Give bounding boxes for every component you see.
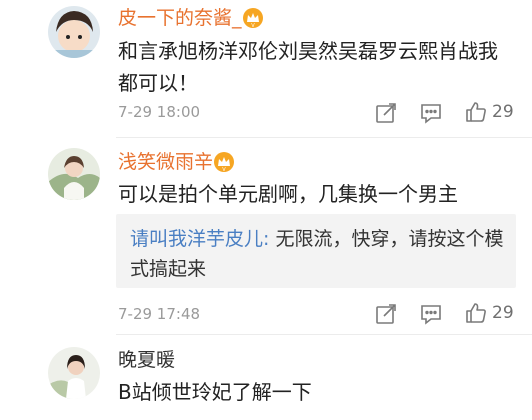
comment-list: 皮一下的奈酱_ V 和言承旭杨洋邓伦刘昊然吴磊罗云熙肖战我 都可以！ 7-29 … [0,0,532,420]
comment-text: B站倾世玲妃了解一下 [118,380,312,404]
avatar[interactable] [48,6,100,58]
vip-crown-icon: V [242,7,264,29]
svg-text:V: V [251,23,255,29]
repost-icon[interactable] [374,101,398,125]
username[interactable]: 晚夏暖 [118,348,175,372]
avatar[interactable] [48,148,100,200]
like-count: 29 [492,303,514,323]
comment-icon[interactable] [419,101,443,125]
username[interactable]: 皮一下的奈酱_ [118,6,242,30]
reply-text-part: 式搞起来 [130,258,207,280]
like-count: 29 [492,102,514,122]
comment-text: 和言承旭杨洋邓伦刘昊然吴磊罗云熙肖战我 都可以！ [118,35,518,99]
reply-text: 请叫我洋芋皮儿: 无限流，快穿，请按这个模式搞起来 [130,224,510,284]
thumbs-up-icon[interactable] [464,100,488,124]
svg-text:V: V [222,167,226,173]
vip-crown-icon: V [213,151,235,173]
reply-box[interactable]: 请叫我洋芋皮儿: 无限流，快穿，请按这个模式搞起来 [116,214,516,288]
username[interactable]: 浅笑微雨辛 [118,150,213,174]
comment-text-line: 和言承旭杨洋邓伦刘昊然吴磊罗云熙肖战我 [118,39,498,63]
repost-icon[interactable] [374,302,398,326]
comment-text-line: 都可以！ [118,71,198,95]
comment-item: 晚夏暖 B站倾世玲妃了解一下 [0,335,532,420]
timestamp: 7-29 17:48 [118,305,201,323]
thumbs-up-icon[interactable] [464,301,488,325]
avatar[interactable] [48,347,100,399]
comment-icon[interactable] [419,302,443,326]
comment-text: 可以是拍个单元剧啊，几集换一个男主 [118,182,458,206]
comment-item: 浅笑微雨辛 V 可以是拍个单元剧啊，几集换一个男主 请叫我洋芋皮儿: 无限流，快… [0,138,532,328]
reply-username[interactable]: 请叫我洋芋皮儿: [130,228,269,250]
comment-item: 皮一下的奈酱_ V 和言承旭杨洋邓伦刘昊然吴磊罗云熙肖战我 都可以！ 7-29 … [0,0,532,135]
reply-text-part: 无限流，快穿，请按这个模 [269,228,504,250]
timestamp: 7-29 18:00 [118,103,201,121]
